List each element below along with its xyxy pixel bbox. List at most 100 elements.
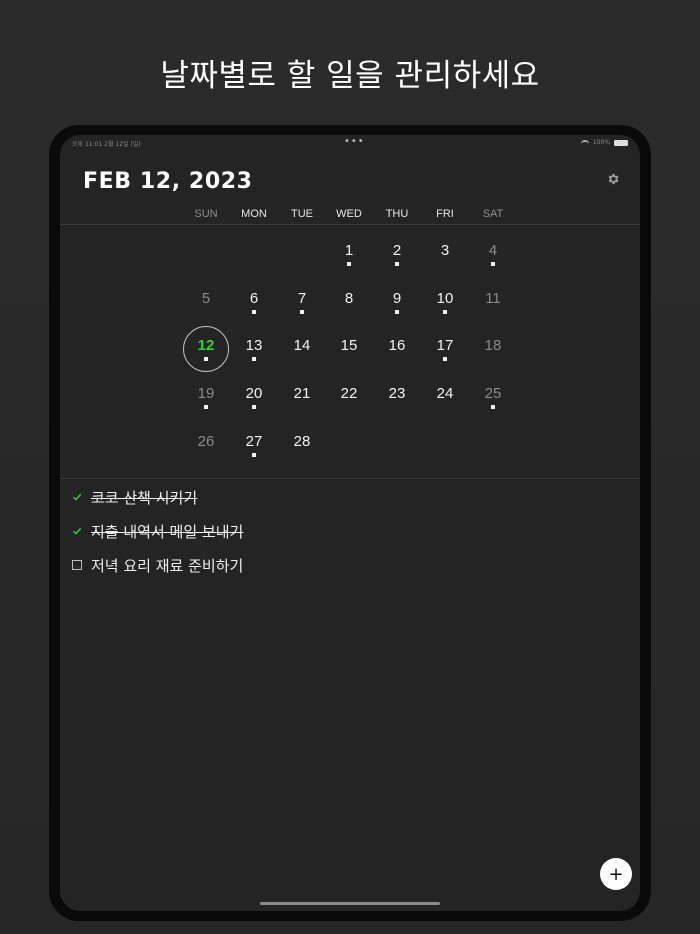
day-number: 10 bbox=[436, 290, 454, 307]
calendar-day[interactable]: 18 bbox=[470, 326, 516, 372]
day-number: 14 bbox=[293, 337, 311, 354]
day-number: 8 bbox=[344, 290, 354, 307]
day-number: 7 bbox=[297, 290, 307, 307]
day-number: 22 bbox=[340, 385, 358, 402]
event-dot bbox=[252, 453, 256, 457]
headline: 날짜별로 할 일을 관리하세요 bbox=[160, 58, 540, 94]
event-dot bbox=[204, 357, 208, 361]
event-dot bbox=[491, 262, 495, 266]
day-number: 28 bbox=[293, 433, 311, 450]
selected-date-title: FEB 12, 2023 bbox=[83, 169, 253, 194]
todo-label: 코코 산책 시키기 bbox=[91, 488, 198, 507]
weekday-header: SUN MON TUE WED THU FRI SAT bbox=[60, 208, 640, 222]
checkmark-icon[interactable] bbox=[71, 492, 82, 503]
day-number: 18 bbox=[484, 337, 502, 354]
calendar-day[interactable]: 19 bbox=[183, 374, 229, 420]
weekday-mon: MON bbox=[241, 208, 267, 220]
event-dot bbox=[443, 310, 447, 314]
weekday-sat: SAT bbox=[482, 208, 504, 220]
day-number: 23 bbox=[388, 385, 406, 402]
event-dot bbox=[204, 405, 208, 409]
multitasking-dots-icon[interactable]: ••• bbox=[344, 136, 365, 147]
event-dot bbox=[300, 310, 304, 314]
calendar-day[interactable]: 8 bbox=[326, 279, 372, 325]
event-dot bbox=[347, 262, 351, 266]
calendar-day[interactable]: 7 bbox=[279, 279, 325, 325]
day-number: 12 bbox=[197, 337, 215, 354]
event-dot bbox=[395, 262, 399, 266]
event-dot bbox=[252, 357, 256, 361]
event-dot bbox=[443, 357, 447, 361]
calendar-day[interactable]: 2 bbox=[374, 231, 420, 277]
calendar-day[interactable]: 1 bbox=[326, 231, 372, 277]
calendar-top-divider bbox=[60, 224, 640, 225]
tablet-frame: 오후 11:01 2월 12일 (일) ••• 100% FEB 12, 202… bbox=[49, 125, 651, 921]
day-number: 25 bbox=[484, 385, 502, 402]
app-screen: 오후 11:01 2월 12일 (일) ••• 100% FEB 12, 202… bbox=[60, 135, 640, 911]
calendar-day[interactable]: 15 bbox=[326, 326, 372, 372]
calendar-day[interactable]: 13 bbox=[231, 326, 277, 372]
calendar-day[interactable]: 9 bbox=[374, 279, 420, 325]
checkbox-empty[interactable] bbox=[71, 560, 82, 571]
calendar-day[interactable]: 24 bbox=[422, 374, 468, 420]
event-dot bbox=[252, 310, 256, 314]
day-number: 21 bbox=[293, 385, 311, 402]
battery-percent: 100% bbox=[592, 139, 610, 146]
todo-label: 지출 내역서 메일 보내기 bbox=[91, 522, 244, 541]
gear-icon[interactable] bbox=[606, 172, 620, 186]
calendar-day[interactable]: 25 bbox=[470, 374, 516, 420]
day-number: 20 bbox=[245, 385, 263, 402]
add-todo-button[interactable]: + bbox=[600, 858, 632, 890]
day-number: 4 bbox=[488, 242, 498, 259]
day-number: 1 bbox=[344, 242, 354, 259]
calendar-day[interactable]: 14 bbox=[279, 326, 325, 372]
weekday-thu: THU bbox=[385, 208, 409, 220]
event-dot bbox=[491, 405, 495, 409]
event-dot bbox=[395, 310, 399, 314]
day-number: 6 bbox=[249, 290, 259, 307]
calendar-day[interactable]: 11 bbox=[470, 279, 516, 325]
calendar-day[interactable]: 10 bbox=[422, 279, 468, 325]
calendar-day[interactable]: 3 bbox=[422, 231, 468, 277]
status-time: 오후 11:01 2월 12일 (일) bbox=[72, 141, 141, 148]
day-number: 17 bbox=[436, 337, 454, 354]
calendar-day[interactable]: 28 bbox=[279, 422, 325, 468]
calendar-day[interactable]: 20 bbox=[231, 374, 277, 420]
day-number: 3 bbox=[440, 242, 450, 259]
calendar-day-today[interactable]: 12 bbox=[183, 326, 229, 372]
day-number: 11 bbox=[485, 290, 501, 307]
calendar-day[interactable]: 27 bbox=[231, 422, 277, 468]
day-number: 5 bbox=[201, 290, 211, 307]
battery-icon bbox=[614, 139, 628, 146]
calendar-day[interactable]: 16 bbox=[374, 326, 420, 372]
home-indicator bbox=[260, 902, 440, 905]
wifi-icon bbox=[580, 139, 589, 146]
todo-label: 저녁 요리 재료 준비하기 bbox=[91, 556, 244, 575]
calendar-day[interactable]: 6 bbox=[231, 279, 277, 325]
day-number: 26 bbox=[197, 433, 215, 450]
status-indicators: 100% bbox=[580, 139, 628, 146]
weekday-tue: TUE bbox=[291, 208, 313, 220]
checkmark-icon[interactable] bbox=[71, 526, 82, 537]
status-bar: 오후 11:01 2월 12일 (일) ••• 100% bbox=[60, 135, 640, 151]
todo-item[interactable]: 코코 산책 시키기 bbox=[71, 485, 197, 509]
day-number: 13 bbox=[245, 337, 263, 354]
day-number: 19 bbox=[197, 385, 215, 402]
day-number: 27 bbox=[245, 433, 263, 450]
weekday-sun: SUN bbox=[194, 208, 218, 220]
calendar-day[interactable]: 22 bbox=[326, 374, 372, 420]
calendar-bottom-divider bbox=[60, 478, 640, 479]
calendar-day[interactable]: 17 bbox=[422, 326, 468, 372]
calendar-day[interactable]: 4 bbox=[470, 231, 516, 277]
calendar-day[interactable]: 5 bbox=[183, 279, 229, 325]
weekday-fri: FRI bbox=[436, 208, 454, 220]
weekday-wed: WED bbox=[336, 208, 362, 220]
day-number: 9 bbox=[392, 290, 402, 307]
calendar-day[interactable]: 23 bbox=[374, 374, 420, 420]
calendar-day[interactable]: 21 bbox=[279, 374, 325, 420]
day-number: 15 bbox=[340, 337, 358, 354]
todo-item[interactable]: 저녁 요리 재료 준비하기 bbox=[71, 553, 243, 577]
event-dot bbox=[252, 405, 256, 409]
calendar-day[interactable]: 26 bbox=[183, 422, 229, 468]
todo-item[interactable]: 지출 내역서 메일 보내기 bbox=[71, 519, 243, 543]
